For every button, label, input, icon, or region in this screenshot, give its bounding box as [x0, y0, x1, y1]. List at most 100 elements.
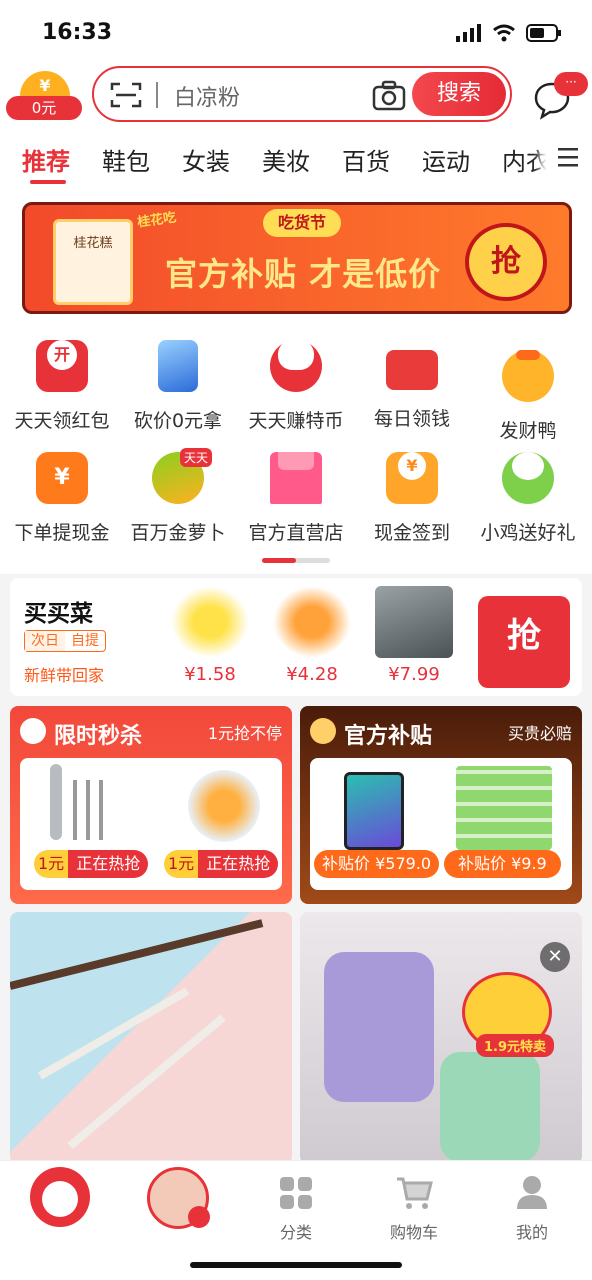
flash-sale-items: 1元 正在热抢 1元 正在热抢 — [20, 758, 282, 890]
tabs-menu-button[interactable] — [546, 140, 592, 176]
grocery-title: 买买菜 — [24, 601, 93, 627]
grocery-section[interactable]: 买买菜 次日 自提 新鲜带回家 ¥1.58 ¥4.28 ¥7.99 抢 — [10, 578, 582, 696]
grocery-subtitle: 新鲜带回家 — [24, 666, 105, 685]
shortcut-label: 砍价0元拿 — [133, 410, 223, 432]
shortcut-golden-carrot[interactable]: 天天 百万金萝卜 — [120, 436, 236, 546]
flash-sale-header: 限时秒杀 1元抢不停 — [10, 706, 292, 756]
tab-women[interactable]: 女装 — [182, 142, 230, 177]
status-icons — [456, 24, 562, 42]
tab-general[interactable]: 百货 — [342, 142, 390, 177]
feed-card-blocks[interactable]: ✕ 1.9元特卖 — [300, 912, 582, 1164]
nav-label: 购物车 — [389, 1223, 438, 1242]
message-badge: ··· — [554, 72, 588, 96]
shortcut-cashback[interactable]: ¥ 下单提现金 — [4, 436, 120, 546]
live-avatar-icon — [147, 1167, 210, 1229]
nav-profile[interactable]: 我的 — [482, 1167, 582, 1243]
flash-sale-title: 限时秒杀 — [54, 724, 143, 749]
nav-home[interactable] — [10, 1167, 110, 1227]
shortcut-label: 小鸡送好礼 — [480, 522, 576, 544]
status-bar: 16:33 — [0, 0, 592, 64]
subsidy-price-pill[interactable]: 补贴价 ¥579.0 — [314, 850, 440, 878]
shortcut-bargain[interactable]: 砍价0元拿 — [120, 324, 236, 434]
message-button[interactable]: ··· — [530, 70, 590, 120]
promo-banner: 桂花糕 桂花吃 吃货节 官方补贴 才是低价 抢 — [0, 192, 592, 324]
status-time: 16:33 — [42, 20, 113, 45]
home-indicator — [190, 1262, 402, 1268]
category-icon — [280, 1177, 312, 1209]
nav-cart[interactable]: 购物车 — [364, 1167, 464, 1243]
alarm-clock-icon — [20, 718, 46, 744]
chick-icon — [502, 452, 554, 504]
banana-icon — [171, 586, 249, 658]
nav-category[interactable]: 分类 — [246, 1167, 346, 1243]
flash-item-pill[interactable]: 1元 正在热抢 — [164, 850, 279, 878]
subsidy-items: 补贴价 ¥579.0 补贴价 ¥9.9 — [310, 758, 572, 890]
shortcut-scroll-indicator — [262, 558, 330, 563]
cat-coin-icon — [270, 340, 322, 392]
subsidy-slogan: 买贵必赔 — [507, 724, 572, 743]
banner-slogan: 官方补贴 才是低价 — [165, 255, 442, 293]
product-price: ¥1.58 — [184, 664, 236, 685]
profile-icon — [517, 1176, 547, 1209]
grocery-grab-button[interactable]: 抢 — [478, 596, 570, 688]
tab-underwear[interactable]: 内衣 — [502, 142, 550, 177]
tab-shoes-bags[interactable]: 鞋包 — [102, 142, 150, 177]
shortcut-label: 天天领红包 — [14, 410, 110, 432]
search-keyword[interactable]: 白凉粉 — [174, 80, 240, 112]
shortcut-chick-gift[interactable]: 小鸡送好礼 — [470, 436, 586, 546]
cart-icon — [397, 1177, 433, 1209]
search-button[interactable]: 搜索 — [412, 72, 506, 116]
battery-icon — [526, 24, 561, 42]
promo-sticker-label: 1.9元特卖 — [475, 1034, 554, 1057]
flash-item-pill[interactable]: 1元 正在热抢 — [34, 850, 149, 878]
banner-grab-button[interactable]: 抢 — [465, 223, 547, 301]
bunny-blocks-image — [324, 952, 434, 1102]
tab-sports[interactable]: 运动 — [422, 142, 470, 177]
promo-banner-card[interactable]: 桂花糕 桂花吃 吃货节 官方补贴 才是低价 抢 — [22, 202, 572, 314]
wallet-icon — [386, 350, 438, 390]
shortcut-daily-red-packet[interactable]: 开 天天领红包 — [4, 324, 120, 434]
close-icon[interactable]: ✕ — [540, 942, 570, 972]
wifi-icon — [493, 24, 515, 42]
coin-balance[interactable]: ¥ 0元 — [6, 69, 82, 121]
yen-coin-icon — [310, 718, 336, 744]
rabbit-home-icon — [30, 1167, 90, 1227]
shortcut-cash-signin[interactable]: ¥ 现金签到 — [354, 436, 470, 546]
grocery-product[interactable]: ¥7.99 — [374, 586, 454, 692]
nav-live[interactable] — [128, 1167, 228, 1229]
fish-icon — [375, 586, 453, 658]
subsidy-card[interactable]: 官方补贴 买贵必赔 补贴价 ¥579.0 补贴价 ¥9.9 — [300, 706, 582, 904]
grocery-tag: 次日 自提 — [24, 630, 106, 652]
tissue-pack-image — [456, 766, 552, 850]
shortcut-grid: 开 天天领红包 砍价0元拿 天天赚特币 每日领钱 发财鸭 ¥ 下单提现金 天天 … — [0, 324, 592, 574]
search-box[interactable]: 白凉粉 搜索 — [92, 66, 512, 122]
tab-recommend[interactable]: 推荐 — [22, 142, 70, 177]
bunny-blocks-image — [440, 1052, 540, 1162]
shortcut-earn-coins[interactable]: 天天赚特币 — [238, 324, 354, 434]
shortcut-lucky-duck[interactable]: 发财鸭 — [470, 324, 586, 442]
shortcut-official-store[interactable]: 官方直营店 — [238, 436, 354, 546]
carrot-badge: 天天 — [180, 448, 213, 467]
grocery-product[interactable]: ¥4.28 — [272, 586, 352, 692]
duck-icon — [502, 350, 554, 402]
banner-tag: 桂花吃 — [136, 210, 178, 231]
grocery-product[interactable]: ¥1.58 — [170, 586, 250, 692]
coin-amount: 0元 — [6, 96, 82, 120]
store-icon — [270, 452, 322, 504]
top-bar: ¥ 0元 白凉粉 搜索 ··· — [0, 64, 592, 126]
subsidy-price-pill[interactable]: 补贴价 ¥9.9 — [444, 850, 561, 878]
eyebrow-pencil-image — [67, 1014, 226, 1150]
camera-icon[interactable] — [372, 79, 406, 111]
eyebrow-pencil-image — [10, 919, 264, 990]
signal-icon — [456, 24, 481, 42]
subsidy-title: 官方补贴 — [344, 724, 433, 749]
phone-icon — [158, 340, 198, 392]
shortcut-label: 官方直营店 — [248, 522, 344, 544]
shortcut-daily-money[interactable]: 每日领钱 — [354, 324, 470, 434]
melon-icon — [273, 586, 351, 658]
scan-icon[interactable] — [110, 81, 142, 109]
pack-label: 桂花糕 — [73, 236, 113, 251]
feed-card-eyeliner[interactable] — [10, 912, 292, 1164]
tab-beauty[interactable]: 美妆 — [262, 142, 310, 177]
flash-sale-card[interactable]: 限时秒杀 1元抢不停 1元 正在热抢 1元 正在热抢 — [10, 706, 292, 904]
